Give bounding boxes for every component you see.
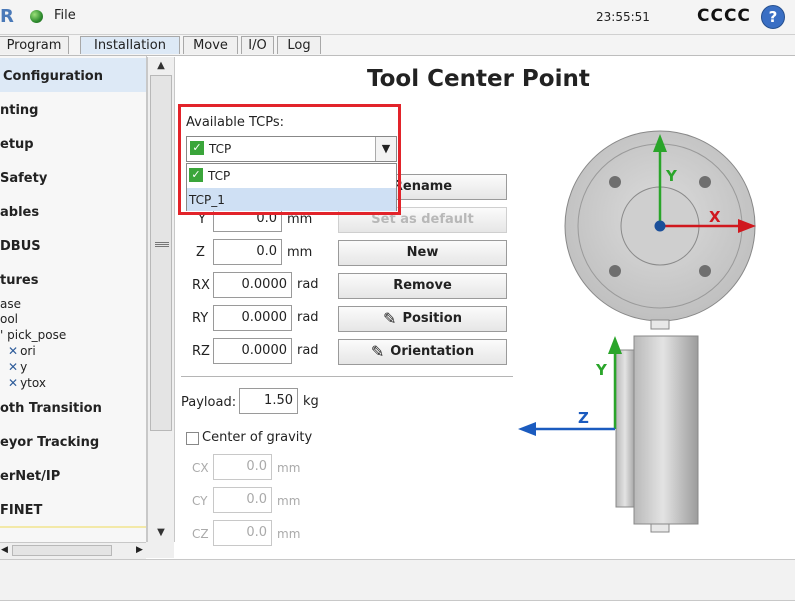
center-of-gravity-label: Center of gravity [202, 430, 313, 445]
sidebar-vertical-scrollbar[interactable]: ▲ ▼ [147, 57, 175, 542]
coord-rz-unit: rad [297, 343, 319, 358]
feature-child-ori[interactable]: ✕ ori [8, 344, 36, 358]
sidebar-horizontal-scrollbar[interactable]: ◀ ▶ [0, 542, 146, 559]
x-feature-icon: ✕ [8, 376, 19, 390]
ur-logo-icon: R [0, 6, 14, 27]
highlight-box [178, 104, 401, 215]
grip-line [155, 246, 169, 247]
cog-cy-field: 0.0 [213, 487, 272, 513]
tab-move[interactable]: Move [183, 36, 238, 54]
coord-ry-label: RY [192, 311, 209, 326]
remove-button[interactable]: Remove [338, 273, 507, 299]
sidebar-divider [0, 526, 146, 528]
payload-field[interactable]: 1.50 [239, 388, 298, 414]
scroll-right-icon[interactable]: ▶ [136, 545, 143, 555]
new-button[interactable]: New [338, 240, 507, 266]
grip-line [155, 244, 169, 245]
robot-name: CCCC [697, 6, 751, 26]
payload-label: Payload: [181, 395, 237, 410]
sidebar-item-variables[interactable]: ables [0, 205, 39, 220]
tab-program[interactable]: Program [0, 36, 69, 54]
hscrollbar-thumb[interactable] [12, 545, 112, 556]
tcp-diagram: Y X Y Z [518, 130, 756, 533]
bottom-bar [0, 559, 795, 601]
cog-cx-label: CX [192, 461, 209, 475]
payload-unit: kg [303, 394, 319, 409]
wand-icon: ✎ [383, 309, 397, 328]
cog-cz-label: CZ [192, 527, 209, 541]
top-y-axis-label: Y [665, 167, 678, 185]
sidebar-item-profinet[interactable]: FINET [0, 503, 42, 518]
feature-tool[interactable]: ool [0, 312, 18, 326]
coord-rx-field[interactable]: 0.0000 [213, 272, 292, 298]
coord-ry-field[interactable]: 0.0000 [213, 305, 292, 331]
coord-z-label: Z [196, 245, 205, 260]
file-menu[interactable]: File [54, 8, 76, 23]
cog-cy-label: CY [192, 494, 208, 508]
sidebar-item-features[interactable]: tures [0, 273, 38, 288]
feature-base[interactable]: ase [0, 297, 21, 311]
scroll-up-icon[interactable]: ▲ [148, 58, 174, 74]
side-axes [518, 336, 622, 436]
tab-bar: Program Installation Move I/O Log [0, 35, 795, 56]
x-feature-icon: ✕ [8, 344, 19, 358]
cog-cy-unit: mm [277, 494, 301, 508]
wand-icon: ✎ [370, 342, 385, 361]
scroll-corner [146, 542, 174, 558]
side-z-axis-label: Z [578, 409, 589, 427]
tab-io[interactable]: I/O [241, 36, 274, 54]
coord-rx-label: RX [192, 278, 210, 293]
grip-line [155, 242, 169, 243]
cog-cx-field: 0.0 [213, 454, 272, 480]
cog-cz-field: 0.0 [213, 520, 272, 546]
center-of-gravity-checkbox[interactable] [186, 432, 199, 445]
scroll-down-icon[interactable]: ▼ [148, 525, 174, 541]
coord-rz-label: RZ [192, 344, 210, 359]
sidebar-item-modbus[interactable]: DBUS [0, 239, 41, 254]
sidebar-item-safety[interactable]: Safety [0, 171, 47, 186]
side-y-axis-label: Y [595, 361, 608, 379]
help-icon[interactable]: ? [761, 5, 785, 29]
installation-sidebar: Configuration nting etup Safety ables DB… [0, 56, 147, 542]
sidebar-item-ethernet-ip[interactable]: erNet/IP [0, 469, 60, 484]
top-bar: R File 23:55:51 CCCC ? [0, 0, 795, 35]
feature-child-ytox[interactable]: ✕ ytox [8, 376, 46, 390]
section-separator [181, 376, 513, 377]
position-button[interactable]: ✎ Position [338, 306, 507, 332]
cog-cx-unit: mm [277, 461, 301, 475]
globe-icon[interactable] [30, 10, 43, 23]
sidebar-item-mounting[interactable]: nting [0, 103, 39, 118]
coord-ry-unit: rad [297, 310, 319, 325]
sidebar-item-setup[interactable]: etup [0, 137, 34, 152]
tab-installation[interactable]: Installation [80, 36, 180, 54]
coord-z-unit: mm [287, 245, 313, 260]
coord-rx-unit: rad [297, 277, 319, 292]
scroll-left-icon[interactable]: ◀ [1, 545, 8, 555]
cog-cz-unit: mm [277, 527, 301, 541]
top-x-axis-label: X [709, 208, 721, 226]
flange-side-view [615, 319, 699, 533]
feature-pick-pose[interactable]: ' pick_pose [0, 328, 66, 342]
x-feature-icon: ✕ [8, 360, 19, 374]
clock: 23:55:51 [596, 10, 650, 24]
coord-rz-field[interactable]: 0.0000 [213, 338, 292, 364]
page-title: Tool Center Point [367, 66, 590, 92]
sidebar-item-conveyor-tracking[interactable]: eyor Tracking [0, 435, 99, 450]
tab-log[interactable]: Log [277, 36, 321, 54]
coord-z-field[interactable]: 0.0 [213, 239, 282, 265]
orientation-button[interactable]: ✎ Orientation [338, 339, 507, 365]
feature-child-y[interactable]: ✕ y [8, 360, 27, 374]
scrollbar-thumb[interactable] [150, 75, 172, 431]
sidebar-item-configuration[interactable]: Configuration [3, 69, 103, 84]
sidebar-item-smooth-transition[interactable]: oth Transition [0, 401, 102, 416]
